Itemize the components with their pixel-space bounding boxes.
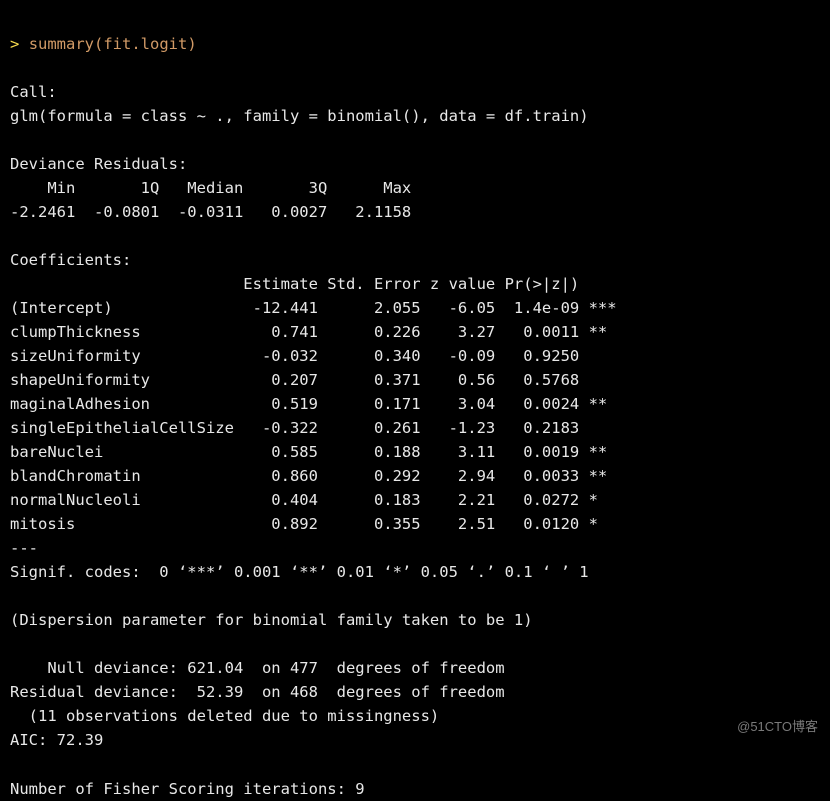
null-deviance: Null deviance: 621.04 on 477 degrees of …	[10, 659, 505, 677]
call-header: Call:	[10, 83, 57, 101]
dispersion-line: (Dispersion parameter for binomial famil…	[10, 611, 533, 629]
coef-header: Coefficients:	[10, 251, 131, 269]
coef-row-adhesion: maginalAdhesion 0.519 0.171 3.04 0.0024 …	[10, 395, 617, 413]
coef-row-clump: clumpThickness 0.741 0.226 3.27 0.0011 *…	[10, 323, 617, 341]
signif-sep: ---	[10, 539, 38, 557]
coef-row-sizeunif: sizeUniformity -0.032 0.340 -0.09 0.9250	[10, 347, 617, 365]
aic-line: AIC: 72.39	[10, 731, 103, 749]
prompt-symbol: >	[10, 35, 19, 53]
dev-res-values: -2.2461 -0.0801 -0.0311 0.0027 2.1158	[10, 203, 430, 221]
coef-row-nucleoli: normalNucleoli 0.404 0.183 2.21 0.0272 *	[10, 491, 617, 509]
command-text: summary(fit.logit)	[29, 35, 197, 53]
dev-res-header: Deviance Residuals:	[10, 155, 197, 173]
coef-row-shapeunif: shapeUniformity 0.207 0.371 0.56 0.5768	[10, 371, 617, 389]
coef-row-mitosis: mitosis 0.892 0.355 2.51 0.0120 *	[10, 515, 617, 533]
dev-res-labels: Min 1Q Median 3Q Max	[10, 179, 430, 197]
signif-codes: Signif. codes: 0 ‘***’ 0.001 ‘**’ 0.01 ‘…	[10, 563, 589, 581]
watermark-text: @51CTO博客	[737, 717, 818, 737]
residual-deviance: Residual deviance: 52.39 on 468 degrees …	[10, 683, 505, 701]
call-formula: glm(formula = class ~ ., family = binomi…	[10, 107, 589, 125]
coef-row-chromatin: blandChromatin 0.860 0.292 2.94 0.0033 *…	[10, 467, 617, 485]
coef-col-headers: Estimate Std. Error z value Pr(>|z|)	[10, 275, 617, 293]
coef-row-barenuclei: bareNuclei 0.585 0.188 3.11 0.0019 **	[10, 443, 617, 461]
fisher-iterations: Number of Fisher Scoring iterations: 9	[10, 780, 365, 798]
coef-row-epithelial: singleEpithelialCellSize -0.322 0.261 -1…	[10, 419, 617, 437]
missingness-note: (11 observations deleted due to missingn…	[10, 707, 439, 725]
coef-row-intercept: (Intercept) -12.441 2.055 -6.05 1.4e-09 …	[10, 299, 617, 317]
